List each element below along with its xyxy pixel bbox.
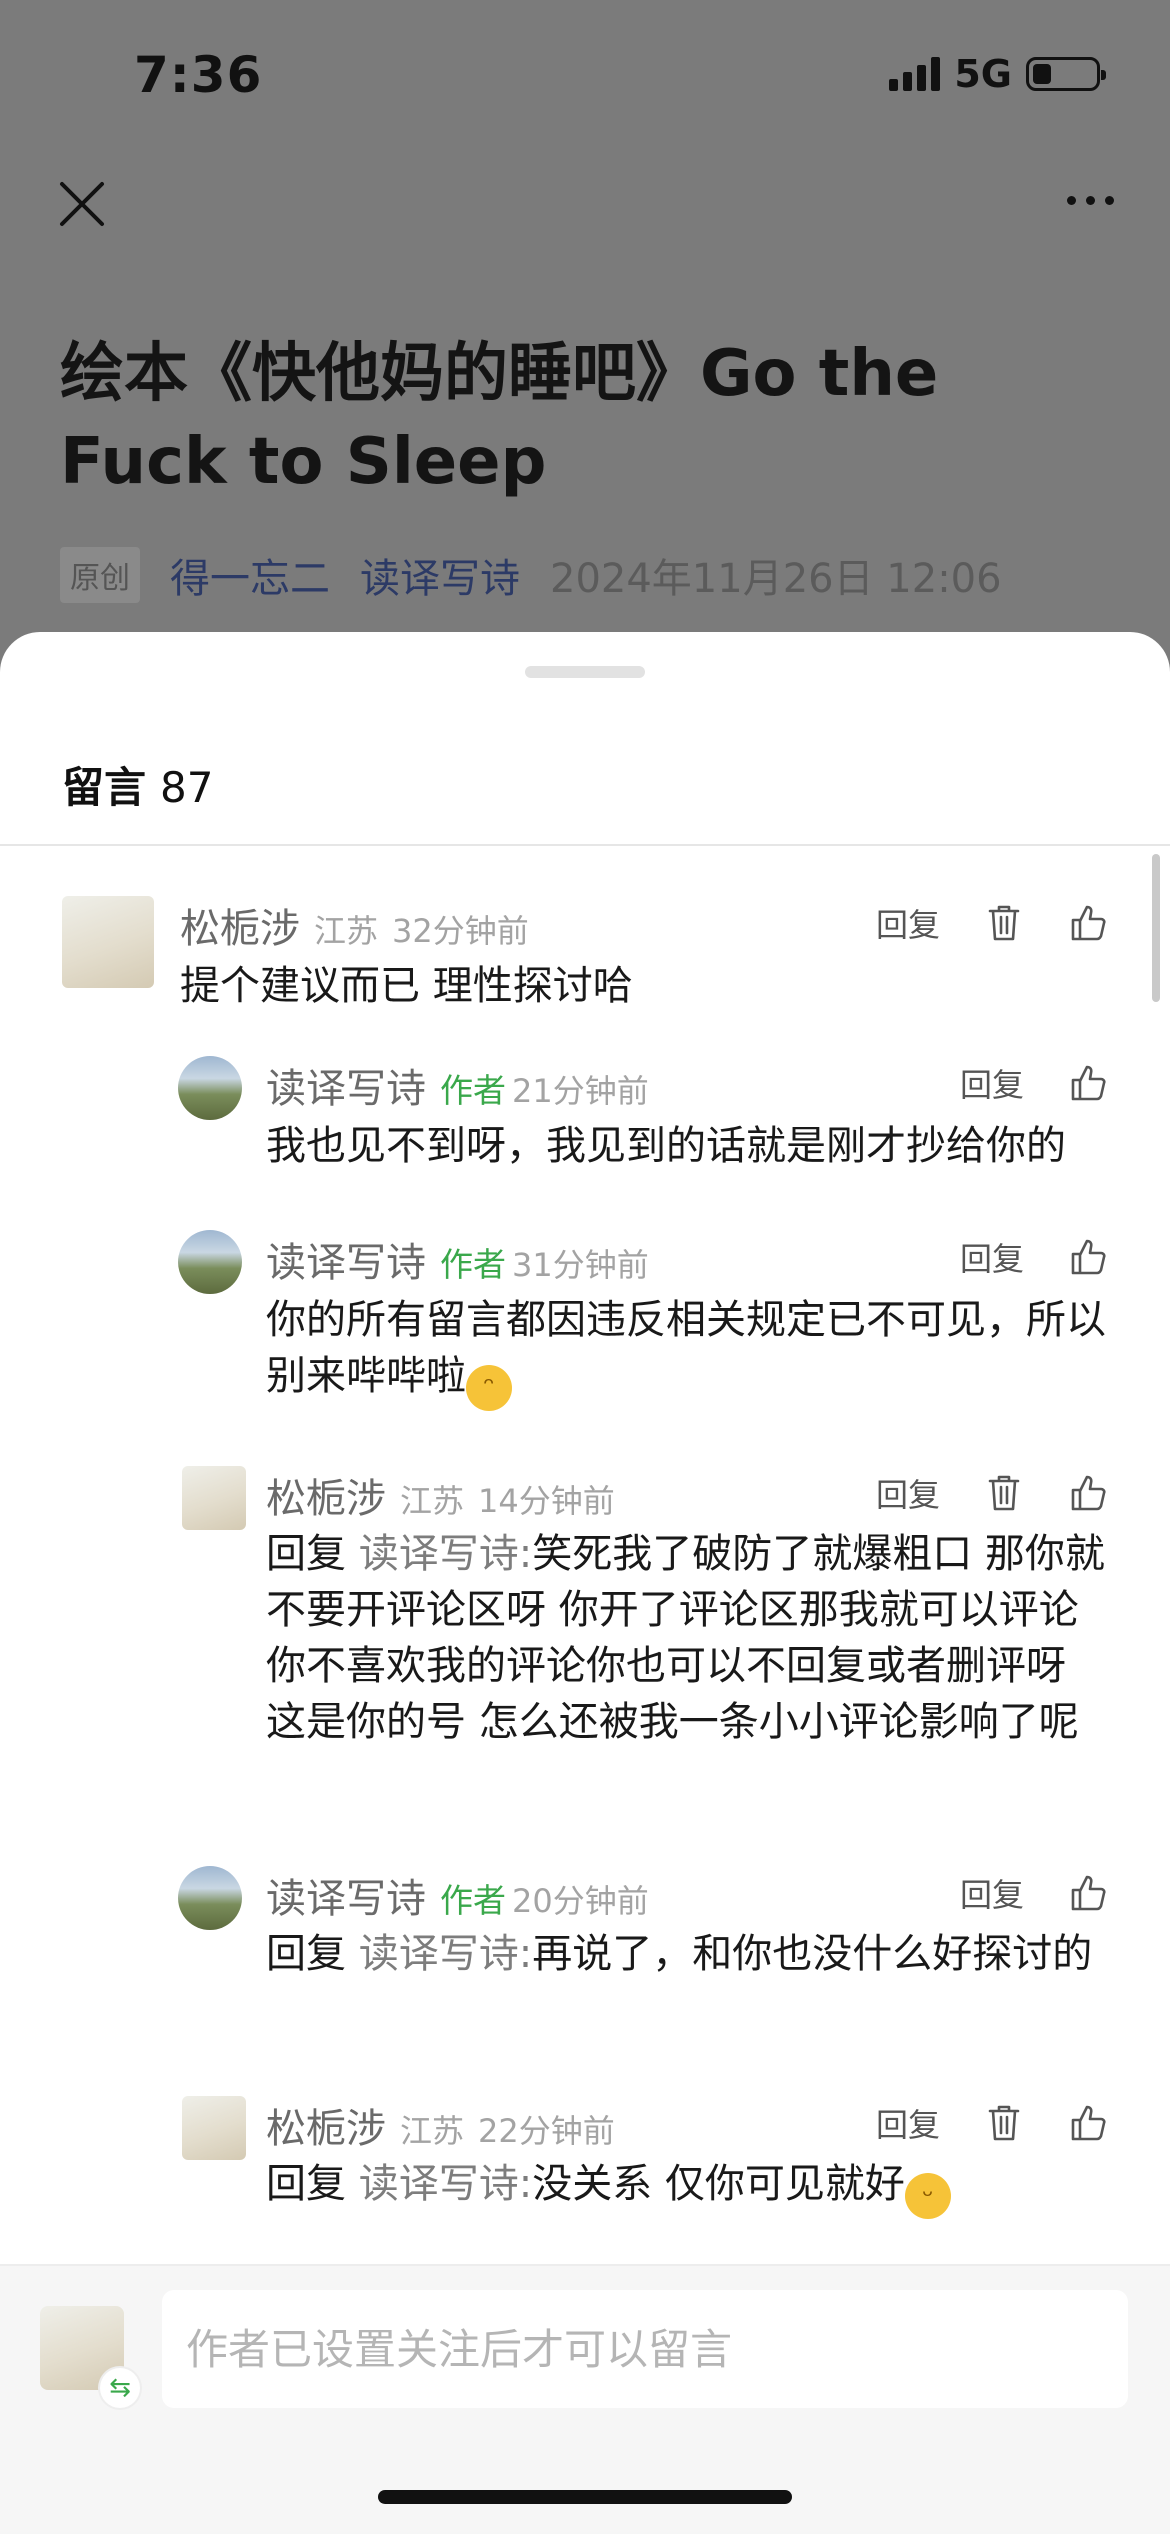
reply-button[interactable]: 回复 [960,1870,1024,1916]
comment-body: 回复 读译写诗:笑死我了破防了就爆粗口 那你就不要开评论区呀 你开了评论区那我就… [266,1526,1108,1750]
comment-text: 提个建议而已 理性探讨哈 [180,963,633,1009]
more-options-icon[interactable] [1067,196,1114,205]
comment-text: 你的所有留言都因违反相关规定已不可见，所以别来哔哔啦 [266,1297,1106,1399]
original-badge: 原创 [60,547,140,603]
commenter-name[interactable]: 松栀涉 [266,2096,386,2154]
winking-face-tongue-emoji: ᵕ [904,2173,951,2219]
publish-date: 2024年11月26日 12:06 [550,556,1002,602]
reply-prefix: 回复 [266,1931,346,1977]
comment-time: 22分钟前 [478,2112,615,2150]
battery-icon [1026,57,1106,91]
close-icon[interactable] [58,180,106,228]
like-icon[interactable] [1068,903,1108,943]
commenter-name[interactable]: 读译写诗 [266,1230,426,1288]
comment-input[interactable] [162,2290,1128,2408]
delete-icon[interactable] [984,1473,1024,1513]
status-time: 7:36 [134,46,263,104]
commenter-location: 江苏 [400,2112,465,2150]
comment-text: 再说了，和你也没什么好探讨的 [532,1931,1093,1977]
reply-target[interactable]: 读译写诗: [359,2161,532,2207]
like-icon[interactable] [1068,1237,1108,1277]
avatar[interactable] [178,1230,242,1294]
delete-icon[interactable] [984,2103,1024,2143]
reply-button[interactable]: 回复 [876,1470,940,1516]
comment-time: 21分钟前 [512,1072,649,1110]
switch-account-icon[interactable]: ⇆ [100,2368,140,2408]
author-tag: 作者 [440,1071,506,1110]
reply-button[interactable]: 回复 [960,1234,1024,1280]
home-indicator [378,2490,792,2504]
divider [0,844,1170,846]
like-icon[interactable] [1068,1473,1108,1513]
comment-body: 回复 读译写诗:再说了，和你也没什么好探讨的 [266,1926,1108,1982]
reply-button[interactable]: 回复 [876,2100,940,2146]
reply-prefix: 回复 [266,2161,346,2207]
comment-body: 回复 读译写诗:没关系 仅你可见就好 ᵕ [266,2156,1108,2219]
delete-icon[interactable] [984,903,1024,943]
reply-item: 读译写诗 作者 31分钟前 回复 你的所有留言都因违反相关规定已不可见，所以别来… [178,1230,1108,1411]
avatar[interactable] [62,896,154,988]
scrollbar[interactable] [1152,854,1160,1002]
like-icon[interactable] [1068,1873,1108,1913]
comment-text: 我也见不到呀，我见到的话就是刚才抄给你的 [266,1123,1066,1169]
network-label: 5G [954,52,1012,96]
comment-time: 32分钟前 [392,912,529,950]
commenter-location: 江苏 [400,1482,465,1520]
author-link[interactable]: 得一忘二 [170,546,330,604]
reply-prefix: 回复 [266,1531,346,1577]
author-tag: 作者 [440,1881,506,1920]
article-meta: 原创 得一忘二 读译写诗 2024年11月26日 12:06 [60,546,1002,604]
comments-sheet: 留言 87 松栀涉 江苏 32分钟前 回复 提个建议而已 理性探讨哈 读译写诗 作… [0,632,1170,2532]
comment-time: 20分钟前 [512,1882,649,1920]
reply-target[interactable]: 读译写诗: [359,1531,532,1577]
sheet-drag-handle[interactable] [525,666,645,678]
commenter-name[interactable]: 读译写诗 [266,1866,426,1924]
comments-header: 留言 87 [62,754,213,815]
commenter-name[interactable]: 松栀涉 [180,896,300,954]
account-link[interactable]: 读译写诗 [360,546,520,604]
reply-item: 松栀涉 江苏 14分钟前 回复 回复 读译写诗:笑死我了破防了就爆粗口 那你就不… [182,1466,1108,1846]
signal-icon [889,57,941,91]
like-icon[interactable] [1068,1063,1108,1103]
avatar[interactable] [182,2096,246,2160]
commenter-name[interactable]: 读译写诗 [266,1056,426,1114]
avatar[interactable] [182,1466,246,1530]
avatar[interactable] [178,1056,242,1120]
status-icons: 5G [889,52,1106,96]
like-icon[interactable] [1068,2103,1108,2143]
commenter-name[interactable]: 松栀涉 [266,1466,386,1524]
article-title: 绘本《快他妈的睡吧》Go the Fuck to Sleep [60,337,939,499]
comment-text: 没关系 仅你可见就好 [532,2161,905,2207]
commenter-location: 江苏 [314,912,379,950]
author-tag: 作者 [440,1245,506,1284]
reply-item: 读译写诗 作者 20分钟前 回复 回复 读译写诗:再说了，和你也没什么好探讨的 [178,1866,1108,2046]
comment-time: 31分钟前 [512,1246,649,1284]
comment-item: 松栀涉 江苏 32分钟前 回复 提个建议而已 理性探讨哈 [62,896,1108,1036]
comments-title: 留言 [62,763,147,812]
grinning-face-emoji: ᵔ [466,1365,512,1411]
comment-time: 14分钟前 [478,1482,615,1520]
article-background: 7:36 5G 绘本《快他妈的睡吧》Go the Fuck to Sleep 原… [0,0,1170,640]
reply-target[interactable]: 读译写诗: [359,1931,532,1977]
comment-body: 你的所有留言都因违反相关规定已不可见，所以别来哔哔啦 ᵔ [266,1292,1108,1411]
reply-button[interactable]: 回复 [960,1060,1024,1106]
avatar[interactable] [178,1866,242,1930]
comments-count: 87 [160,763,214,812]
reply-button[interactable]: 回复 [876,900,940,946]
reply-item: 松栀涉 江苏 22分钟前 回复 回复 读译写诗:没关系 仅你可见就好 ᵕ [182,2096,1108,2219]
reply-item: 读译写诗 作者 21分钟前 回复 我也见不到呀，我见到的话就是刚才抄给你的 [178,1056,1108,1186]
